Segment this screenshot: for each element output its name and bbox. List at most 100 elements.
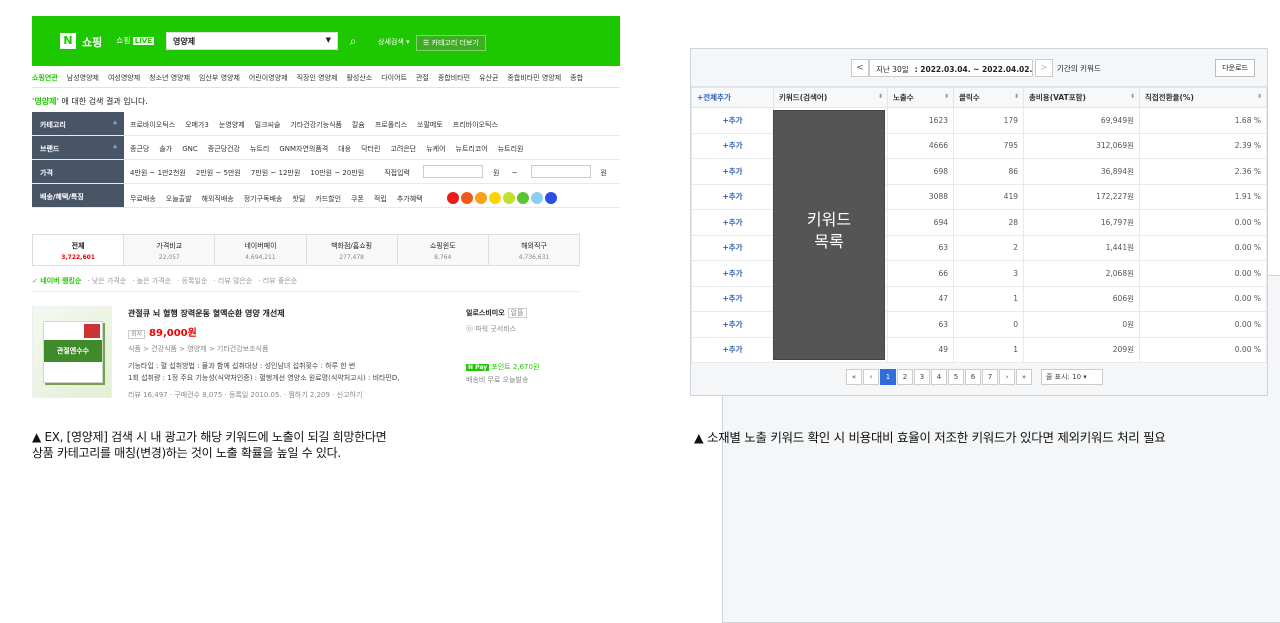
filter-option[interactable]: 프로바이오틱스	[130, 121, 175, 129]
page-button[interactable]: 6	[965, 369, 981, 385]
plus-icon[interactable]: +	[112, 143, 118, 151]
filter-option[interactable]: 2만원 ~ 5만원	[196, 169, 241, 177]
add-keyword-button[interactable]: +추가	[691, 158, 774, 185]
filter-option[interactable]: 기타건강기능식품	[290, 121, 342, 129]
filter-option[interactable]: 종근당	[130, 145, 149, 153]
category-view-button[interactable]: ☰ 카테고리 더보기	[416, 35, 486, 51]
filter-option[interactable]: 뉴트리원	[498, 145, 524, 153]
sort-option[interactable]: · 리뷰 좋은순	[258, 277, 297, 285]
price-min-input[interactable]	[422, 165, 483, 178]
filter-option[interactable]: 뉴트리	[250, 145, 269, 153]
filter-option[interactable]: 카드할인	[315, 195, 341, 203]
add-keyword-button[interactable]: +추가	[691, 311, 774, 338]
filter-option[interactable]: 뉴트리코어	[456, 145, 488, 153]
related-keyword-link[interactable]: 관절	[416, 74, 429, 82]
color-swatch[interactable]	[530, 192, 543, 204]
sort-option[interactable]: ✓ 네이버 랭킹순	[32, 277, 81, 285]
filter-option[interactable]: 밀크씨슬	[255, 121, 281, 129]
result-tab[interactable]: 가격비교 22,057	[124, 235, 216, 265]
related-keyword-link[interactable]: 종합비타민 영양제	[507, 74, 561, 82]
naver-logo-icon[interactable]: N	[60, 33, 76, 49]
filter-option[interactable]: 무료배송	[130, 195, 156, 203]
result-tab[interactable]: 네이버페이 4,694,211	[215, 235, 307, 265]
detail-search-button[interactable]: 상세검색 ▾	[378, 37, 410, 47]
related-keyword-link[interactable]: 어린이영양제	[249, 74, 288, 82]
filter-option[interactable]: 프로폴리스	[375, 121, 407, 129]
color-swatch[interactable]	[502, 192, 515, 204]
search-icon[interactable]: ⌕	[344, 32, 362, 50]
filter-option[interactable]: GNM자연의품격	[279, 145, 328, 153]
filter-option[interactable]: 종근당건강	[208, 145, 240, 153]
page-button[interactable]: 1	[880, 369, 896, 385]
result-tab[interactable]: 쇼핑윈도 8,764	[397, 235, 489, 265]
related-keyword-link[interactable]: 청소년 영양제	[149, 74, 190, 82]
color-swatch[interactable]	[474, 192, 487, 204]
filter-option[interactable]: 7만원 ~ 12만원	[251, 169, 300, 177]
result-tab[interactable]: 전체 3,722,601	[33, 235, 125, 265]
filter-option[interactable]: 오늘출발	[166, 195, 192, 203]
add-keyword-button[interactable]: +추가	[691, 234, 774, 261]
filter-option[interactable]: 고려은단	[390, 145, 416, 153]
filter-option[interactable]: 10만원 ~ 20만원	[310, 169, 364, 177]
filter-option[interactable]: 해외직배송	[202, 195, 234, 203]
result-tab[interactable]: 백화점/홈쇼핑 277,478	[306, 235, 398, 265]
filter-option[interactable]: 4만원 ~ 1만2천원	[130, 169, 186, 177]
add-keyword-button[interactable]: +추가	[691, 285, 774, 312]
related-keyword-link[interactable]: 직장인 영양제	[297, 74, 338, 82]
page-button[interactable]: 5	[948, 369, 964, 385]
color-swatch[interactable]	[516, 192, 529, 204]
product-card[interactable]: 관절엔수수 관절큐 뇌 혈행 장력운동 혈액순환 영양 개선제 최저 89,000…	[32, 302, 580, 410]
sort-option[interactable]: · 등록일순	[177, 277, 207, 285]
col-clicks[interactable]: 클릭수 ⬍	[953, 87, 1024, 108]
prev-period-button[interactable]: <	[851, 59, 869, 77]
search-input[interactable]: 영양제 ▼	[166, 32, 338, 50]
sort-option[interactable]: · 낮은 가격순	[87, 277, 126, 285]
period-selector[interactable]: 지난 30일: 2022.03.04. ~ 2022.04.02.	[869, 59, 1033, 77]
color-swatch[interactable]	[460, 192, 473, 204]
filter-option[interactable]: 솔가	[159, 145, 172, 153]
filter-option[interactable]: 추가혜택	[397, 195, 423, 203]
col-cost[interactable]: 총비용(VAT포함) ⬍	[1023, 87, 1140, 108]
page-button[interactable]: 2	[897, 369, 913, 385]
filter-option[interactable]: 정기구독배송	[244, 195, 283, 203]
add-keyword-button[interactable]: +추가	[691, 107, 774, 134]
add-all-header[interactable]: +전체추가	[691, 87, 774, 108]
add-keyword-button[interactable]: +추가	[691, 183, 774, 210]
add-keyword-button[interactable]: +추가	[691, 336, 774, 363]
related-keyword-link[interactable]: 쇼핑연관	[32, 74, 58, 82]
related-keyword-link[interactable]: 유산균	[479, 74, 498, 82]
related-keyword-link[interactable]: 종합비타민	[438, 74, 470, 82]
mall-name[interactable]: 일로스비미오	[466, 309, 505, 317]
next-period-button[interactable]: >	[1035, 59, 1053, 77]
filter-option[interactable]: 칼슘	[352, 121, 365, 129]
filter-option[interactable]: 눈영양제	[219, 121, 245, 129]
plus-icon[interactable]: +	[112, 119, 118, 127]
filter-option[interactable]: 적립	[374, 195, 387, 203]
related-keyword-link[interactable]: 임산부 영양제	[199, 74, 240, 82]
filter-option[interactable]: 오메가3	[185, 121, 209, 129]
filter-option[interactable]: 핫딜	[292, 195, 305, 203]
page-button[interactable]: ›	[999, 369, 1015, 385]
related-keyword-link[interactable]: 종합	[570, 74, 583, 82]
filter-option[interactable]: GNC	[182, 145, 198, 153]
filter-option[interactable]: 대웅	[338, 145, 351, 153]
filter-option[interactable]: 쏘팔메토	[417, 121, 443, 129]
related-keyword-link[interactable]: 남성영양제	[67, 74, 99, 82]
product-image[interactable]: 관절엔수수	[32, 306, 112, 398]
filter-option[interactable]: 닥터린	[361, 145, 380, 153]
page-button[interactable]: 3	[914, 369, 930, 385]
col-keyword[interactable]: 키워드(검색어) ⬍	[773, 87, 888, 108]
page-button[interactable]: 4	[931, 369, 947, 385]
result-tab[interactable]: 해외직구 4,736,631	[488, 235, 580, 265]
page-button[interactable]: 7	[982, 369, 998, 385]
price-max-input[interactable]	[530, 165, 591, 178]
related-keyword-link[interactable]: 여성영양제	[108, 74, 140, 82]
page-button[interactable]: ‹	[863, 369, 879, 385]
page-size-select[interactable]: 줄 표시: 10 ▾	[1041, 369, 1103, 385]
download-button[interactable]: 다운로드	[1215, 59, 1255, 77]
color-swatch[interactable]	[544, 192, 557, 204]
sort-option[interactable]: · 높은 가격순	[132, 277, 171, 285]
related-keyword-link[interactable]: 다이어트	[381, 74, 407, 82]
page-button[interactable]: »	[1016, 369, 1032, 385]
chevron-down-icon[interactable]: ▼	[326, 36, 331, 44]
